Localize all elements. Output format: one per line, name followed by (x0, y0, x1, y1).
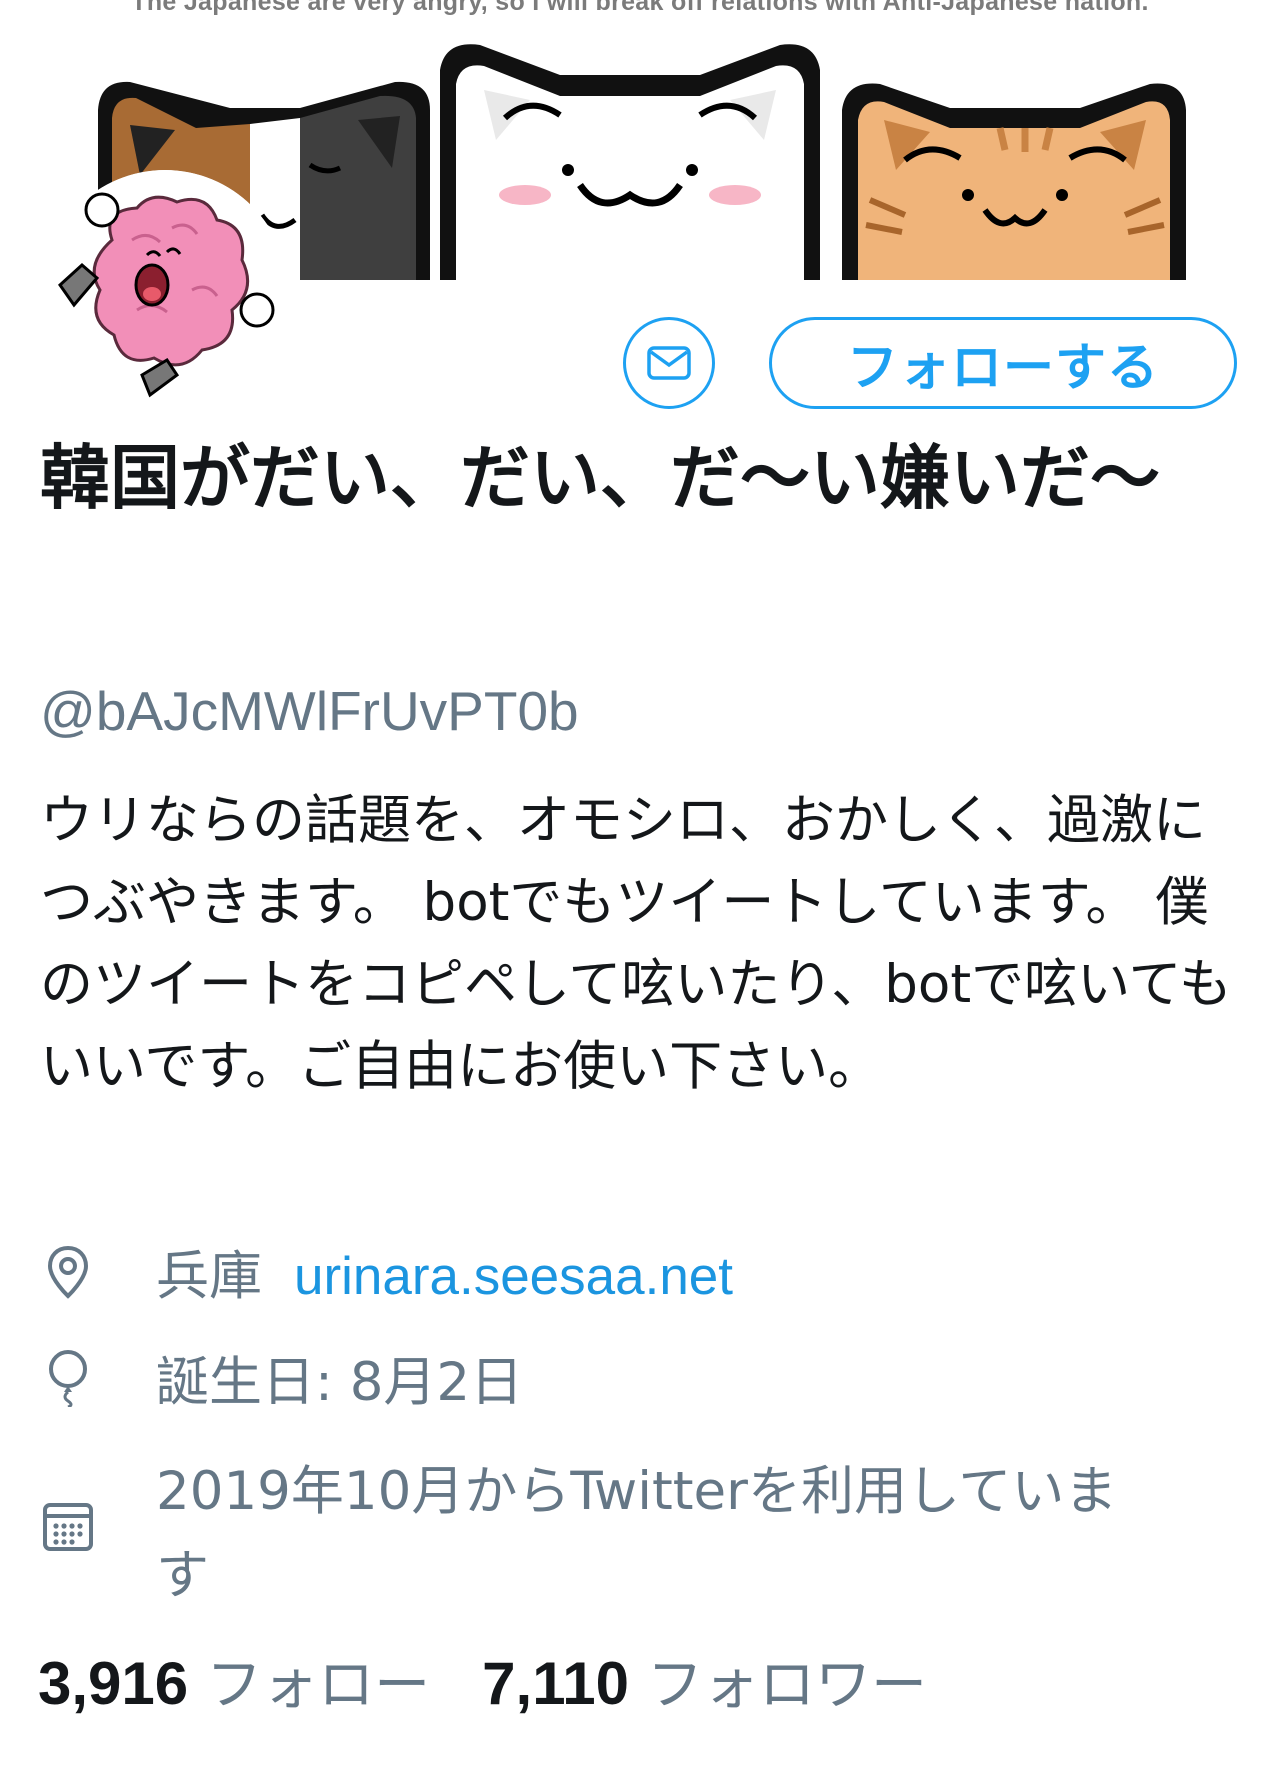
avatar-character-art (42, 170, 288, 416)
message-button[interactable] (623, 317, 715, 409)
calendar-icon (40, 1494, 96, 1558)
joined-date-text: 2019年10月からTwitterを利用しています (156, 1461, 1118, 1606)
balloon-icon (40, 1346, 96, 1410)
website-link[interactable]: urinara.seesaa.net (294, 1240, 733, 1314)
envelope-icon (647, 346, 691, 380)
profile-avatar[interactable] (42, 170, 288, 416)
following-label: フォロー (206, 1653, 431, 1718)
following-count: 3,916 (38, 1650, 189, 1717)
followers-label: フォロワー (647, 1653, 927, 1718)
joined-row: 2019年10月からTwitterを利用しています (40, 1450, 1140, 1618)
birthday-text: 誕生日: 8月2日 (156, 1352, 524, 1413)
location-text: 兵庫 (156, 1246, 262, 1307)
display-name: 韓国がだい、だい、だ〜い嫌いだ〜 (40, 437, 1160, 519)
birthday-row: 誕生日: 8月2日 (40, 1346, 523, 1420)
followers-count: 7,110 (482, 1650, 629, 1717)
user-handle: @bAJcMWlFrUvPT0b (40, 680, 579, 742)
followers-link[interactable]: 7,110 フォロワー (482, 1640, 927, 1721)
tabby-cat-art (842, 83, 1186, 280)
profile-bio: ウリならの話題を、オモシロ、おかしく、過激につぶやきます。 botでもツイートし… (40, 790, 1232, 1097)
location-row: 兵庫 urinara.seesaa.net (40, 1240, 733, 1314)
follow-button[interactable]: フォローする (769, 317, 1237, 409)
following-link[interactable]: 3,916 フォロー (38, 1640, 430, 1721)
follow-button-label: フォローする (846, 339, 1159, 398)
location-pin-icon (40, 1240, 96, 1304)
follow-stats: 3,916 フォロー 7,110 フォロワー (38, 1640, 927, 1721)
white-cat-art (440, 44, 820, 280)
